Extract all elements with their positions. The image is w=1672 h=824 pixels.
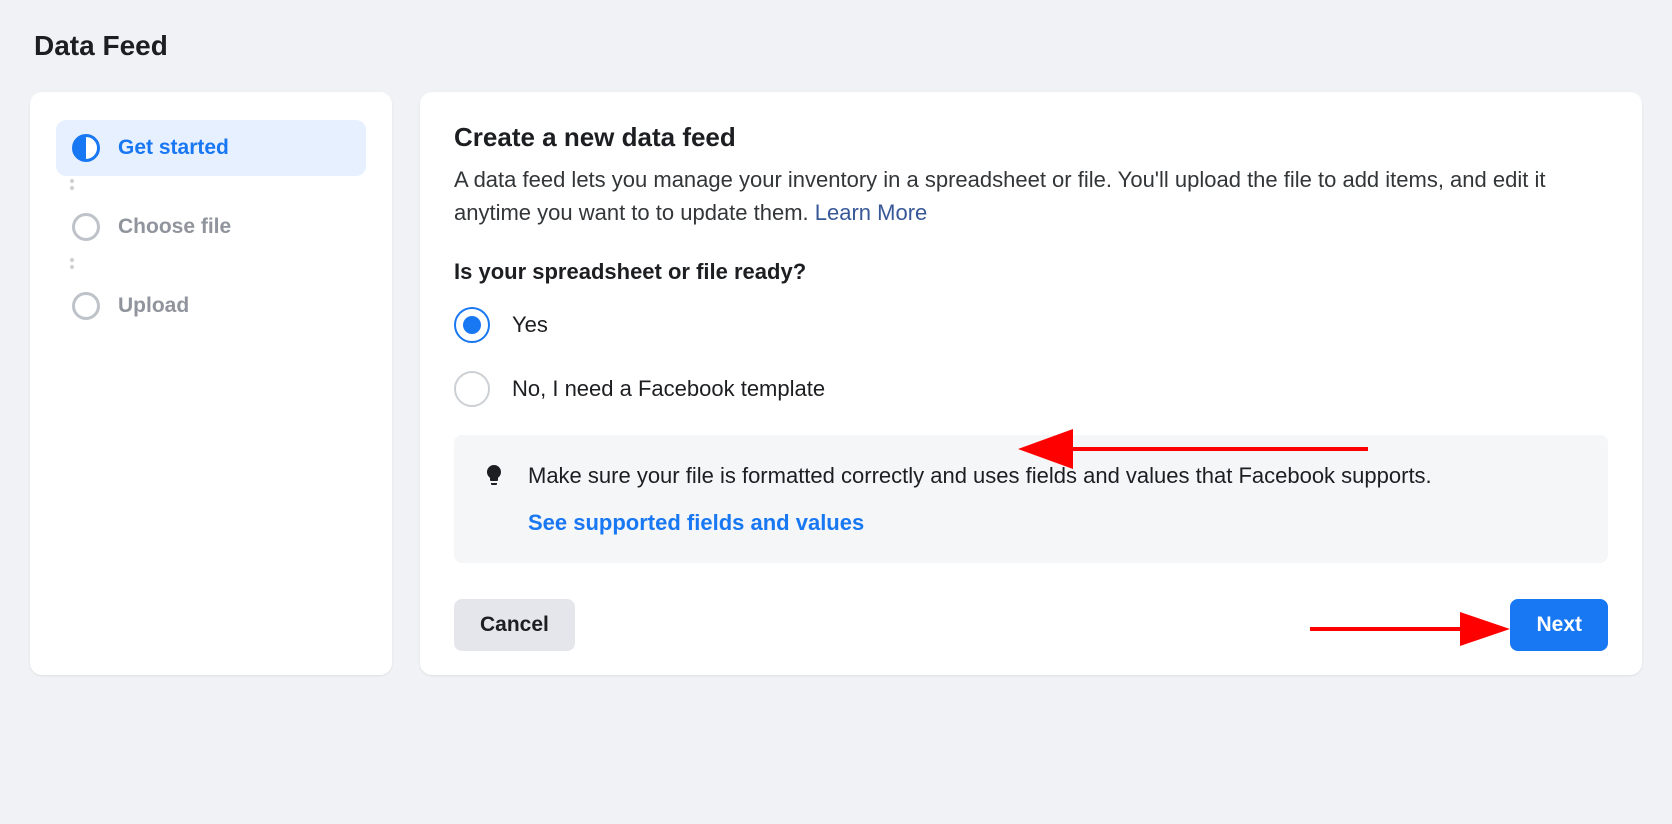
content-description: A data feed lets you manage your invento…: [454, 163, 1608, 229]
radio-label: No, I need a Facebook template: [512, 376, 825, 402]
button-row: Cancel Next: [454, 599, 1608, 651]
info-box: Make sure your file is formatted correct…: [454, 435, 1608, 563]
radio-selected-icon: [454, 307, 490, 343]
page-title: Data Feed: [0, 0, 1672, 92]
cancel-button[interactable]: Cancel: [454, 599, 575, 651]
lightbulb-icon: [482, 463, 506, 487]
radio-option-yes[interactable]: Yes: [454, 307, 1608, 343]
step-empty-icon: [72, 213, 100, 241]
next-button[interactable]: Next: [1510, 599, 1608, 651]
step-upload[interactable]: Upload: [56, 278, 366, 334]
radio-unselected-icon: [454, 371, 490, 407]
step-label: Get started: [118, 136, 229, 160]
info-text: Make sure your file is formatted correct…: [528, 463, 1432, 488]
steps-sidebar: Get started Choose file Upload: [30, 92, 392, 675]
step-empty-icon: [72, 292, 100, 320]
info-content: Make sure your file is formatted correct…: [528, 459, 1432, 539]
description-text: A data feed lets you manage your invento…: [454, 167, 1545, 225]
supported-fields-link[interactable]: See supported fields and values: [528, 506, 864, 539]
learn-more-link[interactable]: Learn More: [815, 200, 928, 225]
step-progress-icon: [72, 134, 100, 162]
step-get-started[interactable]: Get started: [56, 120, 366, 176]
radio-label: Yes: [512, 312, 548, 338]
step-label: Choose file: [118, 215, 231, 239]
radio-option-no[interactable]: No, I need a Facebook template: [454, 371, 1608, 407]
step-label: Upload: [118, 294, 189, 318]
content-title: Create a new data feed: [454, 122, 1608, 153]
question-label: Is your spreadsheet or file ready?: [454, 259, 1608, 285]
step-choose-file[interactable]: Choose file: [56, 199, 366, 255]
main-panel: Create a new data feed A data feed lets …: [420, 92, 1642, 675]
